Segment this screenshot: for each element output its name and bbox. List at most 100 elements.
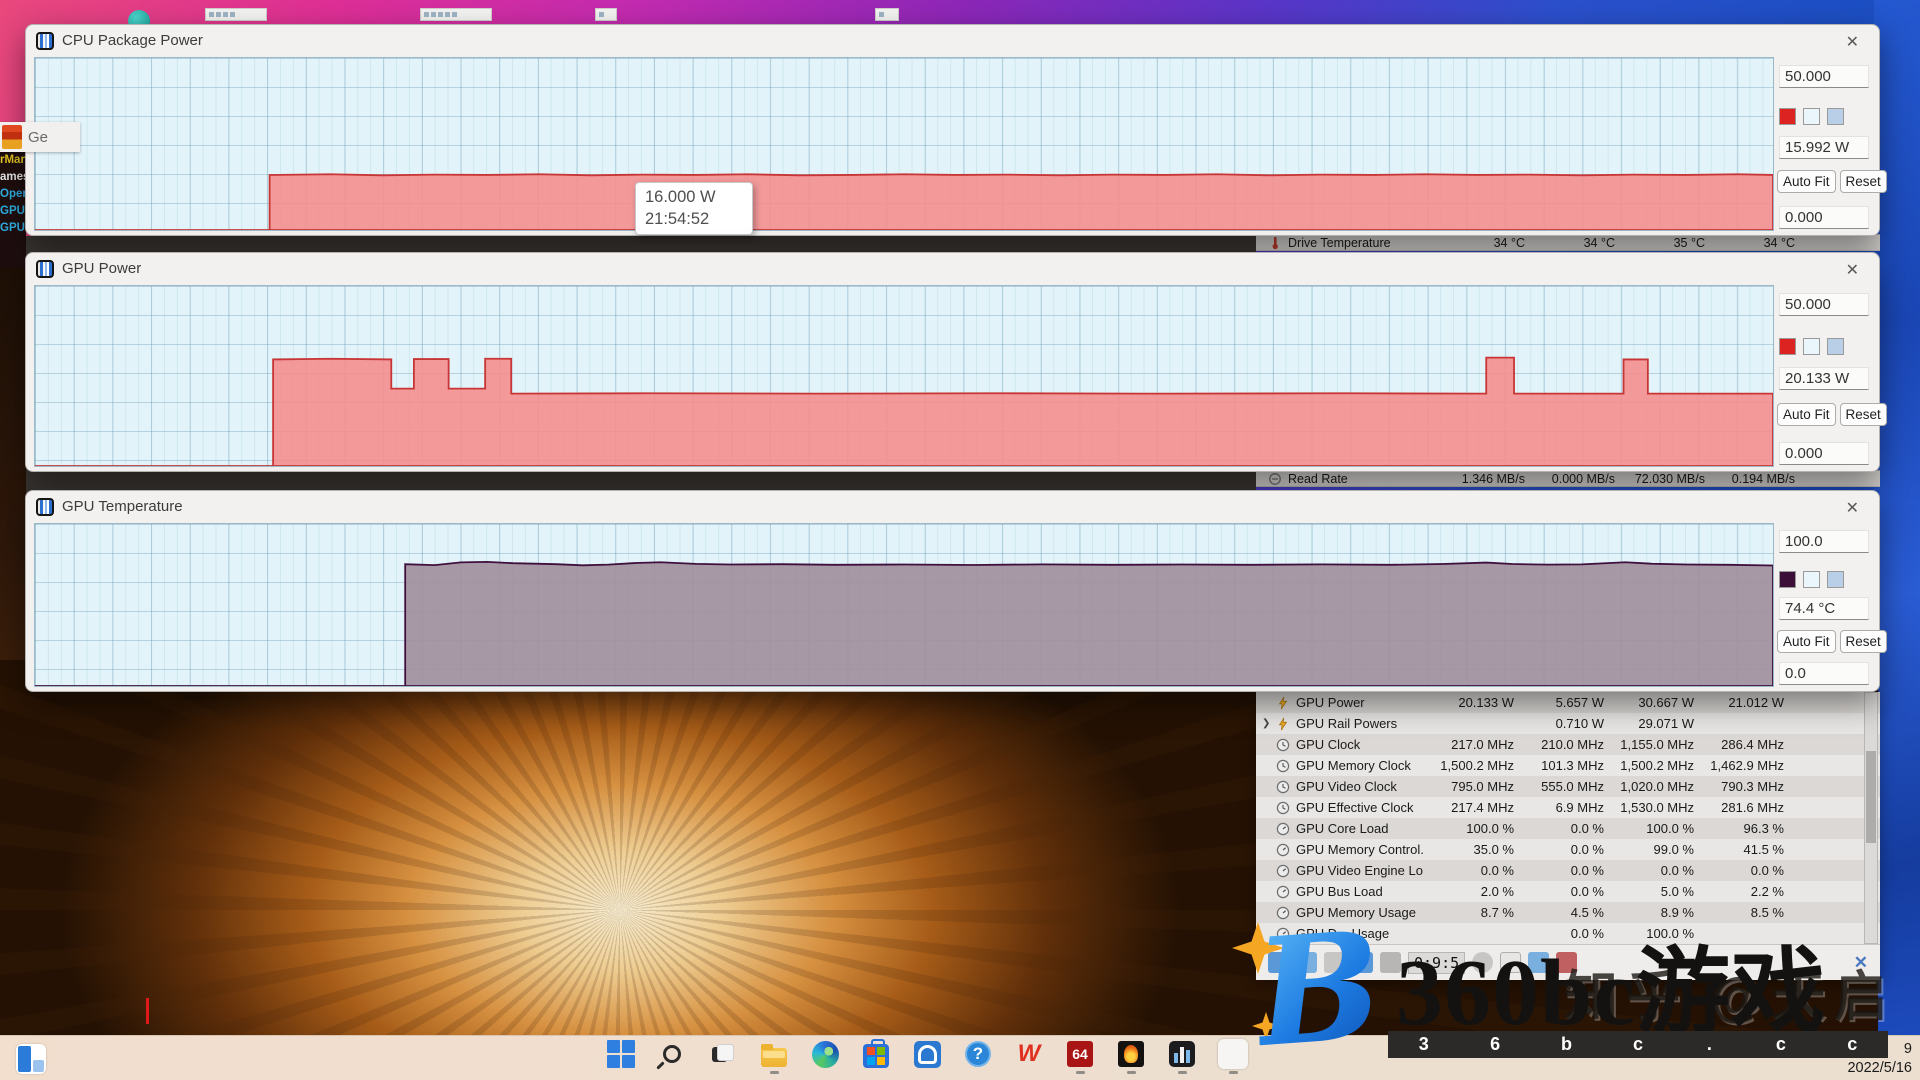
series-color-swatch[interactable] <box>1779 571 1796 588</box>
current-value-box: 20.133 W <box>1779 367 1869 390</box>
sensor-row[interactable]: GPU Video Clock795.0 MHz555.0 MHz1,020.0… <box>1256 776 1880 797</box>
sensor-value: 0.0 % <box>1694 863 1784 878</box>
background-color-swatch[interactable] <box>1803 108 1820 125</box>
sensor-value: 0.0 % <box>1514 884 1604 899</box>
sensor-graph-app-button[interactable] <box>1165 1039 1199 1074</box>
window-titlebar[interactable]: GPU Power <box>26 253 1879 284</box>
ymin-input[interactable]: 0.000 <box>1779 442 1869 465</box>
graph-plot-area[interactable] <box>34 285 1774 467</box>
sensor-label: GPU Video Engine Lo... <box>1296 863 1424 878</box>
sensor-label: GPU Clock <box>1296 737 1424 752</box>
windows-logo-icon <box>607 1040 635 1068</box>
store-button[interactable] <box>859 1039 893 1074</box>
hidden-app-button[interactable] <box>1216 1039 1250 1074</box>
auto-fit-button[interactable]: Auto Fit <box>1777 403 1836 426</box>
rate-icon <box>1266 471 1284 487</box>
sensor-row[interactable]: GPU Power20.133 W5.657 W30.667 W21.012 W <box>1256 692 1880 713</box>
auto-fit-button[interactable]: Auto Fit <box>1777 170 1836 193</box>
sensor-row[interactable]: GPU Clock217.0 MHz210.0 MHz1,155.0 MHz28… <box>1256 734 1880 755</box>
watermark-logo: B <box>1251 911 1386 1067</box>
sensor-label: GPU Bus Load <box>1296 884 1424 899</box>
background-window-fragment <box>875 8 899 21</box>
ymin-input[interactable]: 0.000 <box>1779 206 1869 229</box>
ymin-input[interactable]: 0.0 <box>1779 662 1869 685</box>
close-icon[interactable]: ✕ <box>1842 30 1863 54</box>
sensor-value: 0.0 % <box>1604 863 1694 878</box>
background-window-fragment <box>205 8 267 21</box>
sensor-row[interactable]: GPU Video Engine Lo...0.0 %0.0 %0.0 %0.0… <box>1256 860 1880 881</box>
sensor-row[interactable]: GPU Effective Clock217.4 MHz6.9 MHz1,530… <box>1256 797 1880 818</box>
series-color-swatch[interactable] <box>1779 108 1796 125</box>
edge-button[interactable] <box>808 1039 842 1074</box>
gauge-icon <box>1274 821 1292 837</box>
grid-color-swatch[interactable] <box>1827 338 1844 355</box>
sensor-value: 20.133 W <box>1424 695 1514 710</box>
power-icon <box>1274 695 1292 711</box>
background-color-swatch[interactable] <box>1803 338 1820 355</box>
gauge-icon <box>1274 863 1292 879</box>
sensor-value: 5.657 W <box>1514 695 1604 710</box>
reset-button[interactable]: Reset <box>1840 403 1887 426</box>
sensor-row[interactable]: GPU Memory Clock1,500.2 MHz101.3 MHz1,50… <box>1256 755 1880 776</box>
graph-plot-area[interactable] <box>34 523 1774 687</box>
grid-color-swatch[interactable] <box>1827 571 1844 588</box>
reset-button[interactable]: Reset <box>1840 170 1887 193</box>
graph-settings-panel: 50.000 15.992 W Auto Fit Reset 0.000 <box>1777 56 1871 229</box>
sensor-row[interactable]: GPU Core Load100.0 %0.0 %100.0 %96.3 % <box>1256 818 1880 839</box>
file-explorer-button[interactable] <box>757 1039 791 1074</box>
watermark-band-letter: b <box>1531 1034 1602 1055</box>
wps-office-button[interactable]: W <box>1012 1039 1046 1074</box>
series-color-swatch[interactable] <box>1779 338 1796 355</box>
clock-icon <box>1274 737 1292 753</box>
graph-window-icon <box>36 32 54 50</box>
scrollbar-thumb[interactable] <box>1866 751 1876 843</box>
osd-text-line: ames <box>0 169 26 186</box>
sensor-value: 210.0 MHz <box>1514 737 1604 752</box>
close-icon[interactable]: ✕ <box>1842 496 1863 520</box>
sensor-value: 281.6 MHz <box>1694 800 1784 815</box>
grid-color-swatch[interactable] <box>1827 108 1844 125</box>
widgets-icon[interactable] <box>16 1044 46 1074</box>
ymax-input[interactable]: 50.000 <box>1779 293 1869 316</box>
expander-chevron-icon[interactable]: ❯ <box>1262 718 1274 729</box>
sensor-row-read-rate[interactable]: Read Rate1.346 MB/s0.000 MB/s72.030 MB/s… <box>1256 470 1880 487</box>
sensor-value: 30.667 W <box>1604 695 1694 710</box>
clock-icon <box>1274 800 1292 816</box>
gpu-power-series <box>35 286 1773 466</box>
sensor-value: 0.194 MB/s <box>1705 472 1795 486</box>
sensor-value: 99.0 % <box>1604 842 1694 857</box>
red-marker <box>146 998 149 1024</box>
sensor-row-drive-temperature[interactable]: Drive Temperature34 °C34 °C35 °C34 °C <box>1256 234 1880 251</box>
auto-fit-button[interactable]: Auto Fit <box>1777 630 1836 653</box>
watermark-band-letter: . <box>1674 1034 1745 1055</box>
background-color-swatch[interactable] <box>1803 571 1820 588</box>
start-button[interactable] <box>604 1039 638 1074</box>
gauge-icon <box>1274 842 1292 858</box>
sensor-row[interactable]: ❯GPU Rail Powers0.710 W29.071 W <box>1256 713 1880 734</box>
sensor-value: 217.4 MHz <box>1424 800 1514 815</box>
reset-button[interactable]: Reset <box>1840 630 1887 653</box>
sensor-value: 795.0 MHz <box>1424 779 1514 794</box>
ymax-input[interactable]: 50.000 <box>1779 65 1869 88</box>
dark-background-strip <box>0 268 26 660</box>
furmark-button[interactable] <box>1114 1039 1148 1074</box>
window-gpu-power: GPU Power ✕ 50.000 20.133 W Auto Fit Res… <box>25 252 1880 472</box>
search-button[interactable] <box>655 1039 689 1074</box>
sensor-value: 1.346 MB/s <box>1435 472 1525 486</box>
clock-icon <box>1274 758 1292 774</box>
help-button[interactable]: ? <box>961 1039 995 1074</box>
watermark-band-letter: 6 <box>1459 1034 1530 1055</box>
ymax-input[interactable]: 100.0 <box>1779 530 1869 553</box>
graph-plot-area[interactable]: 16.000 W 21:54:52 <box>34 57 1774 231</box>
scrollbar[interactable] <box>1864 692 1878 944</box>
sensor-label: GPU Effective Clock <box>1296 800 1424 815</box>
hwinfo64-button[interactable]: 64 <box>1063 1039 1097 1074</box>
close-icon[interactable]: ✕ <box>1842 258 1863 282</box>
clock-icon <box>1274 779 1292 795</box>
audio-app-button[interactable] <box>910 1039 944 1074</box>
sensor-row[interactable]: GPU Memory Control...35.0 %0.0 %99.0 %41… <box>1256 839 1880 860</box>
task-view-button[interactable] <box>706 1039 740 1074</box>
window-titlebar[interactable]: GPU Temperature <box>26 491 1879 522</box>
sensor-value: 286.4 MHz <box>1694 737 1784 752</box>
window-titlebar[interactable]: CPU Package Power <box>26 25 1879 56</box>
